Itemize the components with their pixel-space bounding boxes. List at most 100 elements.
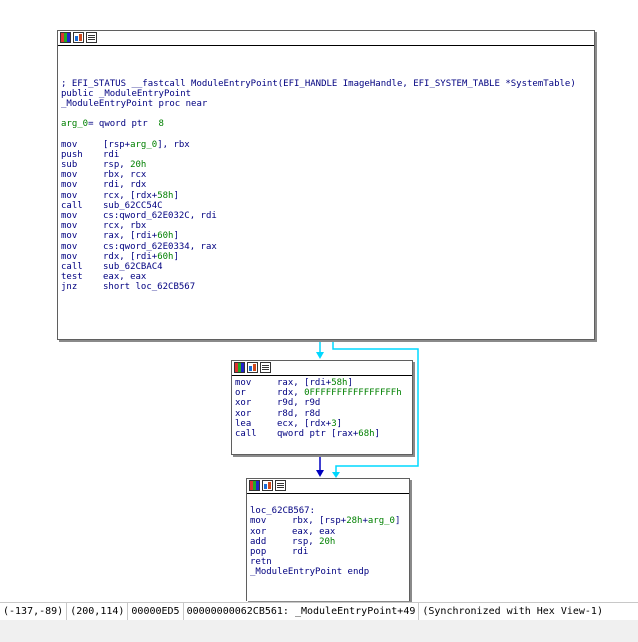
text-view-icon[interactable] (86, 32, 97, 43)
asm-line[interactable]: mov cs:qword_62E0334, rax (61, 242, 591, 252)
mnemonic: mov (235, 378, 252, 388)
asm-line[interactable]: or rdx, 0FFFFFFFFFFFFFFFFh (235, 388, 409, 398)
status-address: 00000000062CB561: _ModuleEntryPoint+49 (184, 603, 420, 620)
asm-line[interactable]: mov rbx, [rsp+28h+arg_0] (250, 516, 406, 526)
asm-line[interactable] (250, 496, 406, 506)
code-block-middle[interactable]: mov rax, [rdi+58h] or rdx, 0FFFFFFFFFFFFFFF… (231, 360, 413, 455)
operands: qword ptr [rax+68h] (277, 428, 380, 439)
mnemonic: mov (61, 211, 78, 221)
operands: cs:qword_62E0334, rax (103, 241, 217, 252)
asm-line[interactable]: lea ecx, [rdx+3] (235, 419, 409, 429)
asm-line[interactable]: test eax, eax (61, 272, 591, 282)
operands: r9d, r9d (277, 398, 321, 409)
mnemonic: lea (235, 418, 252, 429)
mnemonic: xor (235, 408, 252, 419)
status-mouse-coords: (-137,-89) (0, 603, 68, 620)
asm-line[interactable] (61, 48, 591, 58)
asm-line[interactable]: mov rax, [rdi+58h] (235, 378, 409, 388)
asm-line[interactable] (61, 130, 591, 140)
label-text: _ModuleEntryPoint endp (250, 567, 370, 578)
asm-line[interactable]: mov cs:qword_62E032C, rdi (61, 211, 591, 221)
operands: r8d, r8d (277, 408, 321, 419)
asm-line[interactable]: loc_62CB567: (250, 506, 406, 516)
asm-line[interactable]: mov rbx, rcx (61, 170, 591, 180)
block-lines: loc_62CB567: mov rbx, [rsp+28h+arg_0] xor ea… (247, 494, 409, 580)
operands: rbx, rcx (103, 170, 147, 181)
block-lines: ; EFI_STATUS __fastcall ModuleEntryPoint… (58, 46, 594, 295)
status-graph-coords: (200,114) (67, 603, 129, 620)
asm-line[interactable]: retn (250, 557, 406, 567)
asm-line[interactable] (61, 58, 591, 68)
mnemonic: sub (61, 160, 78, 171)
asm-line[interactable]: sub rsp, 20h (61, 160, 591, 170)
asm-line[interactable]: _ModuleEntryPoint endp (250, 567, 406, 577)
status-file-offset: 00000ED5 (128, 603, 184, 620)
asm-line[interactable]: add rsp, 20h (250, 537, 406, 547)
label-text: public _ModuleEntryPoint (61, 88, 192, 99)
mnemonic: retn (250, 557, 272, 568)
mnemonic: push (61, 149, 83, 160)
asm-line[interactable]: mov rdx, [rdi+60h] (61, 252, 591, 262)
asm-line[interactable]: call qword ptr [rax+68h] (235, 429, 409, 439)
mnemonic: call (61, 200, 83, 211)
text-view-icon[interactable] (260, 362, 271, 373)
operands: ecx, [rdx+3] (277, 418, 343, 429)
operands: rcx, [rdx+58h] (103, 190, 179, 201)
asm-line[interactable]: call sub_62CBAC4 (61, 262, 591, 272)
mnemonic: mov (61, 221, 78, 232)
asm-line[interactable]: mov rcx, [rdx+58h] (61, 191, 591, 201)
asm-line[interactable] (61, 109, 591, 119)
code-block-exit[interactable]: loc_62CB567: mov rbx, [rsp+28h+arg_0] xor ea… (246, 478, 410, 601)
asm-line[interactable]: call sub_62CC54C (61, 201, 591, 211)
asm-line[interactable]: xor eax, eax (250, 527, 406, 537)
mnemonic: mov (61, 241, 78, 252)
edge-middle-to-exit-arrow (316, 470, 324, 477)
color-icon[interactable] (234, 362, 245, 373)
asm-line[interactable]: xor r9d, r9d (235, 398, 409, 408)
operands: rsp, 20h (292, 536, 336, 547)
block-header (247, 479, 409, 494)
mnemonic: or (235, 388, 246, 399)
mnemonic: mov (61, 180, 78, 191)
asm-line[interactable]: mov rax, [rdi+60h] (61, 231, 591, 241)
color-icon[interactable] (60, 32, 71, 43)
asm-line[interactable]: mov rdi, rdx (61, 180, 591, 190)
mnemonic: xor (250, 526, 267, 537)
code-block-entry[interactable]: ; EFI_STATUS __fastcall ModuleEntryPoint… (57, 30, 595, 340)
asm-line[interactable] (61, 68, 591, 78)
color-icon[interactable] (249, 480, 260, 491)
stack-var: arg_0= qword ptr 8 (61, 119, 164, 130)
mnemonic: mov (61, 139, 78, 150)
graph-icon[interactable] (247, 362, 258, 373)
operands: rax, [rdi+60h] (103, 231, 179, 242)
asm-line[interactable]: ; EFI_STATUS __fastcall ModuleEntryPoint… (61, 79, 591, 89)
asm-line[interactable]: public _ModuleEntryPoint (61, 89, 591, 99)
operands: sub_62CC54C (103, 200, 163, 211)
asm-line[interactable]: mov [rsp+arg_0], rbx (61, 140, 591, 150)
label-text: _ModuleEntryPoint proc near (61, 98, 208, 109)
status-bar: (-137,-89) (200,114) 00000ED5 0000000006… (0, 602, 638, 621)
comment-text: ; EFI_STATUS __fastcall ModuleEntryPoint… (61, 78, 576, 89)
asm-line[interactable]: mov rcx, rbx (61, 221, 591, 231)
operands: rbx, [rsp+28h+arg_0] (292, 516, 401, 527)
operands: [rsp+arg_0], rbx (103, 139, 190, 150)
operands: sub_62CBAC4 (103, 261, 163, 272)
operands: short loc_62CB567 (103, 282, 196, 293)
asm-line[interactable]: _ModuleEntryPoint proc near (61, 99, 591, 109)
asm-line[interactable]: arg_0= qword ptr 8 (61, 119, 591, 129)
label-text: loc_62CB567: (250, 506, 316, 517)
asm-line[interactable]: push rdi (61, 150, 591, 160)
graph-icon[interactable] (73, 32, 84, 43)
operands: rsp, 20h (103, 160, 147, 171)
graph-icon[interactable] (262, 480, 273, 491)
operands: cs:qword_62E032C, rdi (103, 211, 217, 221)
asm-line[interactable]: pop rdi (250, 547, 406, 557)
status-sync: (Synchronized with Hex View-1) (422, 606, 603, 617)
bottom-panel (0, 620, 638, 642)
mnemonic: call (61, 261, 83, 272)
mnemonic: call (235, 428, 257, 439)
asm-line[interactable]: xor r8d, r8d (235, 409, 409, 419)
text-view-icon[interactable] (275, 480, 286, 491)
operands: eax, eax (103, 272, 147, 283)
asm-line[interactable]: jnz short loc_62CB567 (61, 282, 591, 292)
